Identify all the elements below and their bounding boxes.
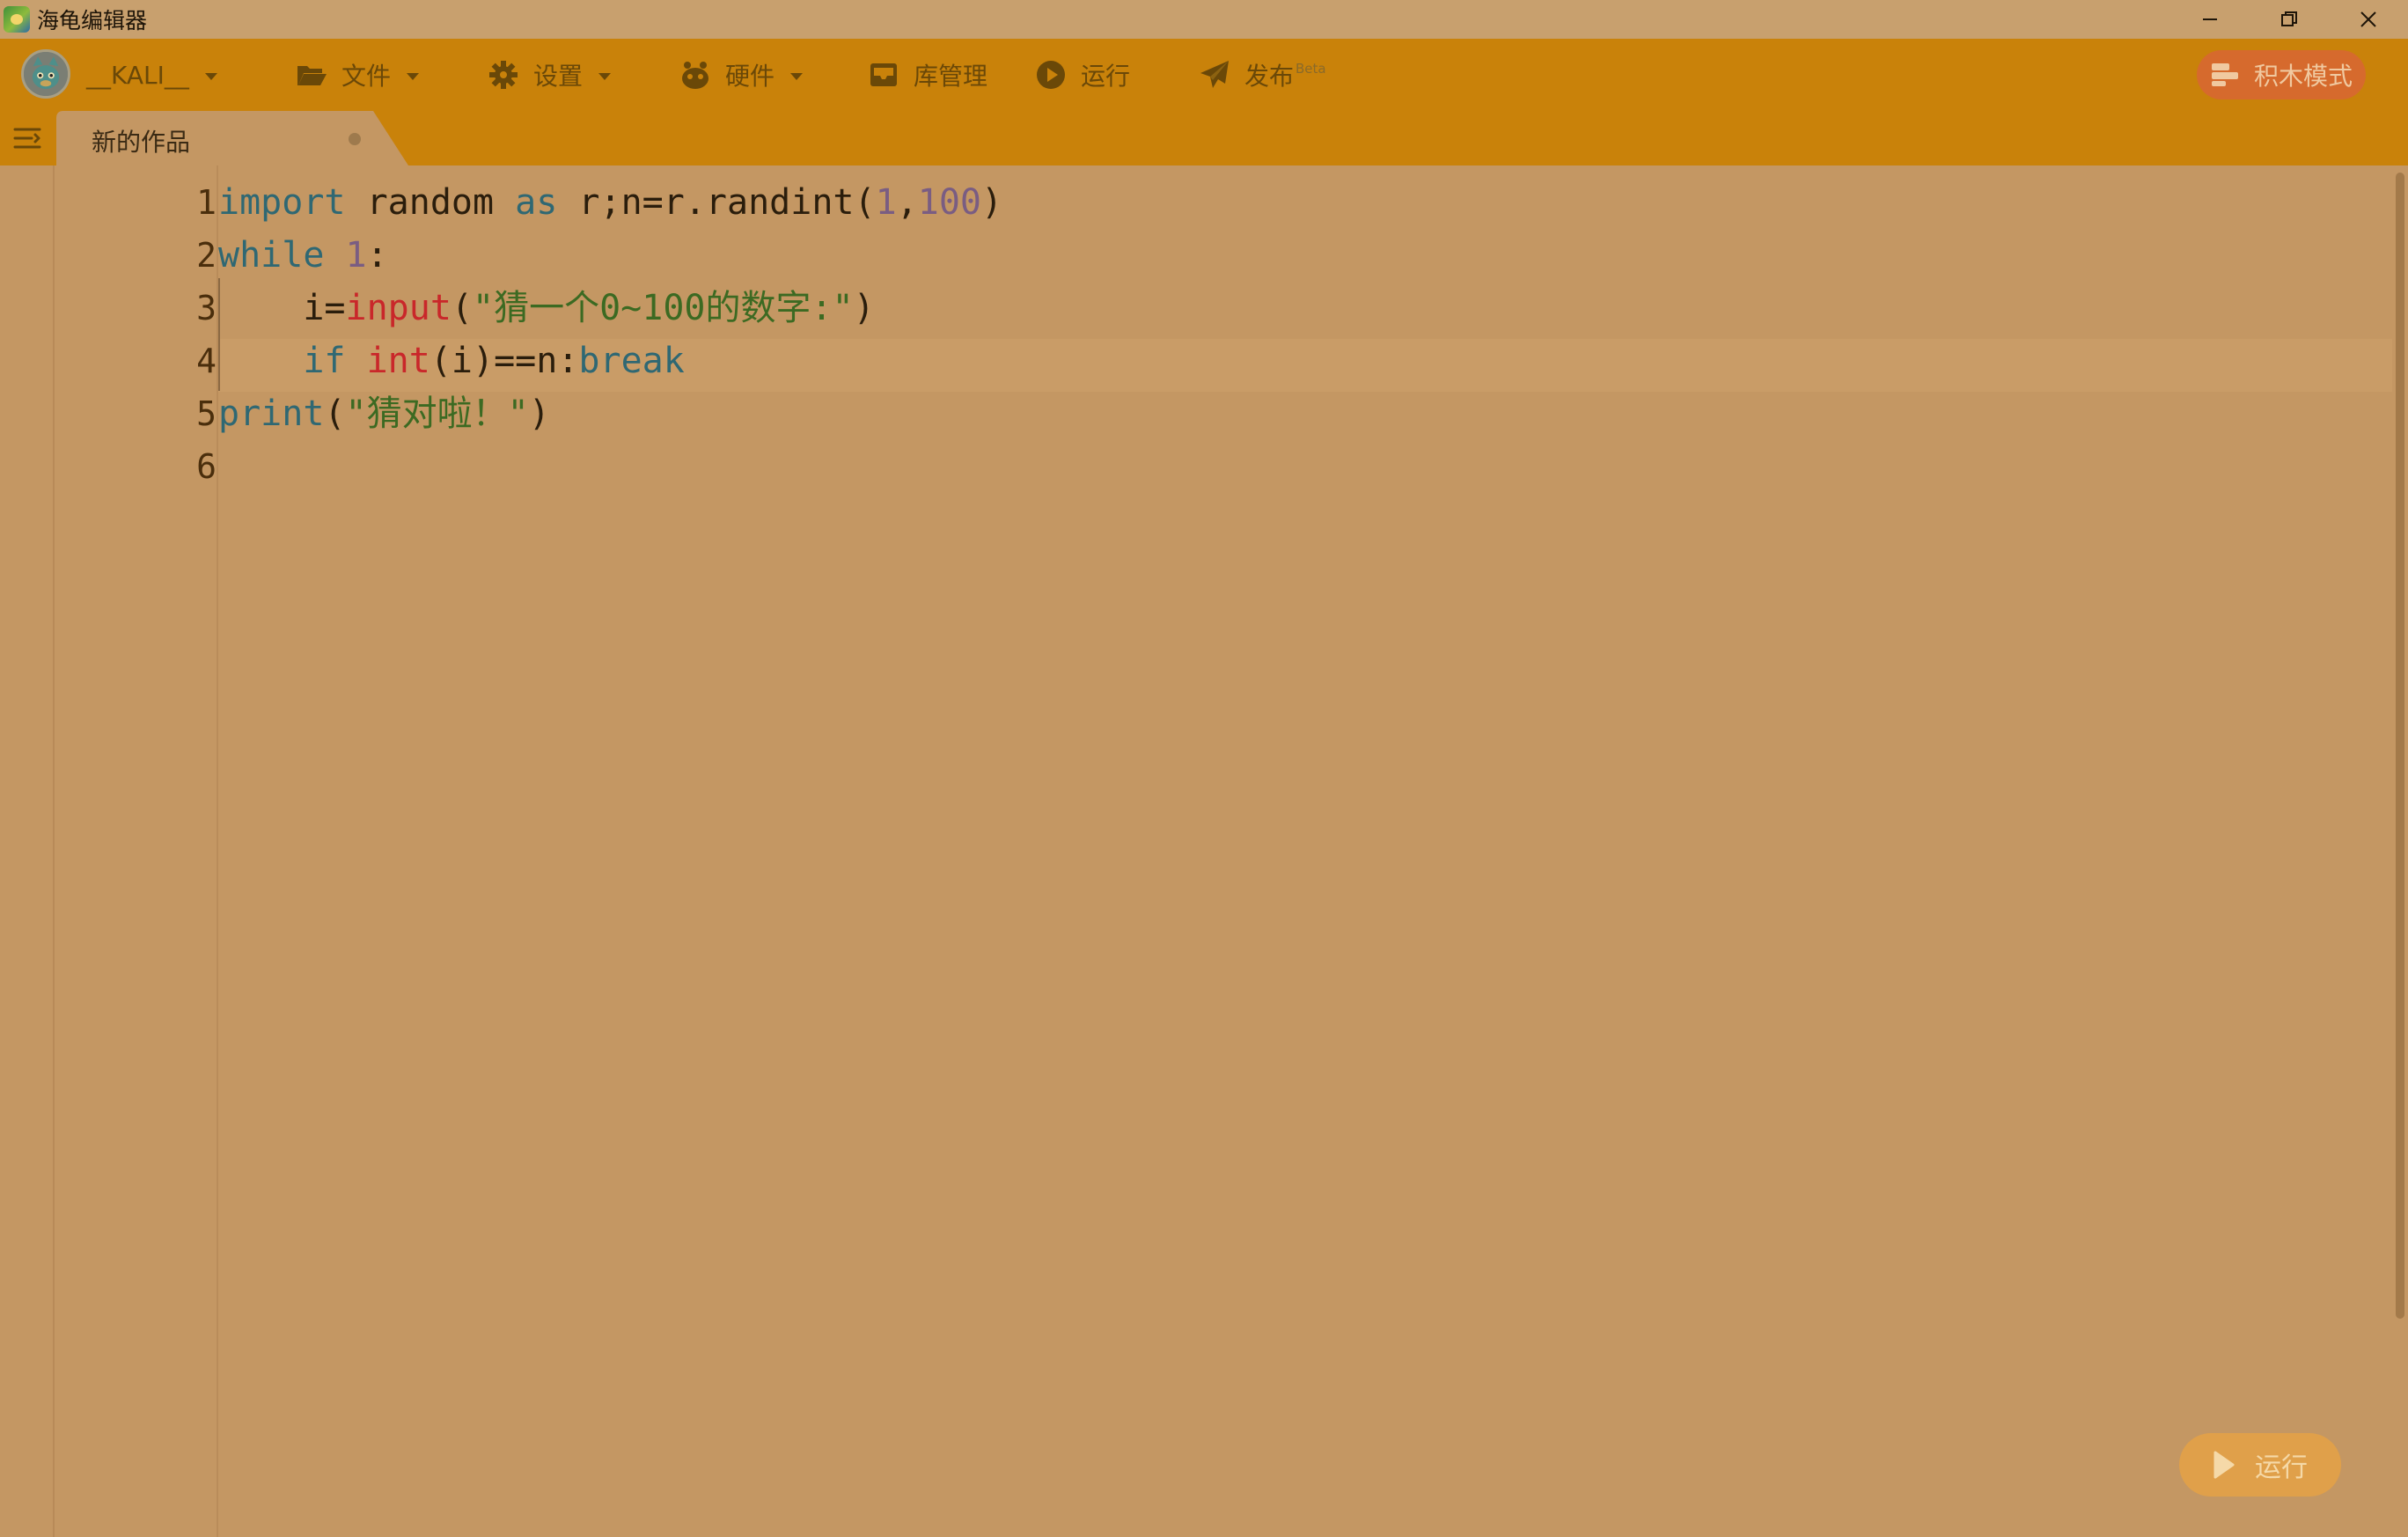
line-number: 2 bbox=[196, 236, 217, 275]
close-icon bbox=[2360, 11, 2376, 27]
chevron-down-icon bbox=[598, 73, 612, 80]
avatar[interactable] bbox=[21, 49, 70, 99]
beta-badge: Beta bbox=[1296, 61, 1326, 77]
restore-icon bbox=[2281, 11, 2297, 26]
app-window: 海龟编辑器 __KALI__ 文件 设置 硬件 库管理 运行 发布 Beta 积… bbox=[0, 0, 2408, 1537]
user-avatar-icon bbox=[24, 52, 68, 96]
code-line[interactable]: while 1: bbox=[218, 229, 388, 282]
block-mode-button[interactable]: 积木模式 bbox=[2197, 50, 2366, 99]
code-token: (i)==n: bbox=[429, 341, 579, 381]
code-line[interactable]: import random as r;n=r.randint(1,100) bbox=[218, 176, 1002, 229]
line-number: 6 bbox=[196, 447, 217, 486]
code-token: ( bbox=[451, 288, 474, 328]
code-token: "猜一个0~100的数字:" bbox=[473, 288, 854, 328]
code-token: ( bbox=[324, 393, 346, 434]
tab-new-project[interactable]: 新的作品 bbox=[56, 111, 408, 165]
code-token: : bbox=[366, 235, 388, 276]
username: __KALI__ bbox=[86, 60, 189, 90]
paper-plane-icon bbox=[1199, 59, 1230, 91]
floating-run-button[interactable]: 运行 bbox=[2179, 1433, 2341, 1497]
line-number-gutter: 1 2 3 4 5 6 bbox=[55, 165, 217, 1537]
restore-button[interactable] bbox=[2250, 0, 2329, 39]
settings-menu-label: 设置 bbox=[533, 62, 584, 91]
close-button[interactable] bbox=[2329, 0, 2408, 39]
tab-label: 新的作品 bbox=[92, 128, 191, 157]
hardware-menu-label: 硬件 bbox=[725, 62, 775, 91]
line-number: 1 bbox=[196, 183, 217, 222]
gear-icon bbox=[488, 59, 519, 91]
minimize-button[interactable] bbox=[2170, 0, 2250, 39]
settings-menu[interactable]: 设置 bbox=[488, 39, 612, 111]
code-line[interactable]: print("猜对啦！") bbox=[218, 387, 550, 440]
window-controls bbox=[2170, 0, 2408, 39]
robot-icon bbox=[679, 59, 711, 91]
code-token: ) bbox=[853, 288, 875, 328]
code-token: break bbox=[578, 341, 685, 381]
folder-open-icon bbox=[296, 59, 327, 91]
vertical-scrollbar[interactable] bbox=[2396, 173, 2404, 1319]
code-token: import bbox=[218, 182, 346, 223]
code-token: r;n=r.randint( bbox=[557, 182, 876, 223]
code-token: input bbox=[345, 288, 452, 328]
floating-run-label: 运行 bbox=[2255, 1452, 2308, 1483]
play-circle-icon bbox=[1035, 59, 1067, 91]
publish-button[interactable]: 发布 Beta bbox=[1199, 39, 1326, 111]
menu-icon[interactable] bbox=[12, 123, 42, 153]
left-panel-strip bbox=[0, 165, 55, 1537]
code-line[interactable]: i=input("猜一个0~100的数字:") bbox=[218, 282, 875, 335]
library-manager-label: 库管理 bbox=[914, 62, 988, 91]
toolbar-run-label: 运行 bbox=[1081, 62, 1131, 91]
code-token: 100 bbox=[917, 182, 981, 223]
title-bar: 海龟编辑器 bbox=[0, 0, 2408, 39]
chevron-down-icon bbox=[204, 73, 217, 80]
code-token: , bbox=[896, 182, 918, 223]
code-token: int bbox=[366, 341, 430, 381]
library-manager-button[interactable]: 库管理 bbox=[868, 39, 987, 111]
unsaved-indicator[interactable] bbox=[349, 133, 361, 145]
code-token: print bbox=[218, 393, 325, 434]
code-token: ) bbox=[528, 393, 550, 434]
tab-bar: 新的作品 bbox=[0, 111, 2408, 165]
line-number: 4 bbox=[196, 342, 217, 380]
code-editor[interactable]: 123456 import random as r;n=r.randint(1,… bbox=[0, 165, 2408, 1537]
main-toolbar: __KALI__ 文件 设置 硬件 库管理 运行 发布 Beta 积木模式 bbox=[0, 39, 2408, 111]
code-line[interactable]: if int(i)==n:break bbox=[218, 335, 685, 387]
code-token: random bbox=[345, 182, 516, 223]
file-menu-label: 文件 bbox=[341, 62, 392, 91]
code-token: 1 bbox=[345, 235, 367, 276]
code-token: "猜对啦！" bbox=[345, 393, 529, 434]
block-mode-label: 积木模式 bbox=[2253, 62, 2353, 91]
file-menu[interactable]: 文件 bbox=[296, 39, 420, 111]
code-token: 1 bbox=[875, 182, 897, 223]
code-token: as bbox=[515, 182, 558, 223]
hardware-menu[interactable]: 硬件 bbox=[679, 39, 804, 111]
code-token: ) bbox=[981, 182, 1003, 223]
blocks-icon bbox=[2210, 62, 2240, 88]
code-token: i= bbox=[218, 288, 346, 328]
line-number: 5 bbox=[196, 394, 217, 433]
window-title: 海龟编辑器 bbox=[37, 8, 148, 33]
publish-label: 发布 bbox=[1244, 62, 1295, 91]
minimize-icon bbox=[2203, 18, 2217, 20]
toolbar-run-button[interactable]: 运行 bbox=[1035, 39, 1130, 111]
line-number: 3 bbox=[196, 289, 217, 327]
play-icon bbox=[2213, 1451, 2235, 1479]
chevron-down-icon bbox=[407, 73, 420, 80]
code-token: if bbox=[303, 341, 346, 381]
app-logo-icon bbox=[4, 6, 30, 33]
chevron-down-icon bbox=[790, 73, 804, 80]
inbox-icon bbox=[868, 59, 899, 91]
code-token: while bbox=[218, 235, 325, 276]
user-menu[interactable]: __KALI__ bbox=[86, 39, 217, 111]
